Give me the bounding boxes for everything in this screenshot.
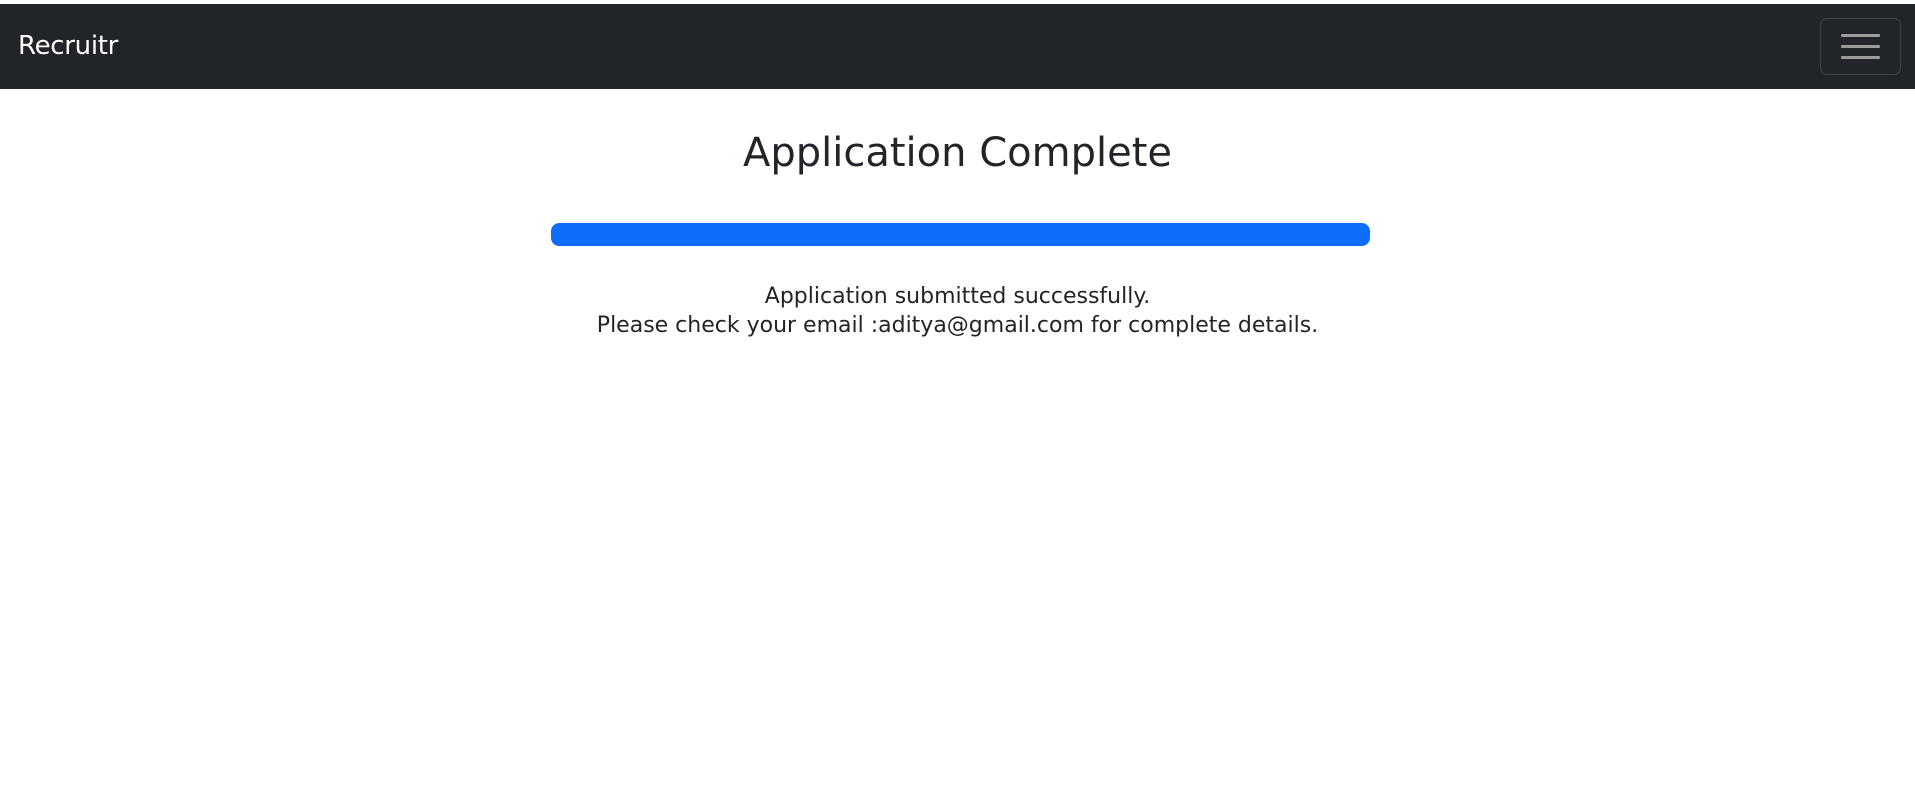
application-progress	[551, 223, 1370, 246]
email-instructions-prefix: Please check your email :	[596, 313, 879, 338]
navbar-toggler-button[interactable]	[1820, 18, 1901, 75]
page-title: Application Complete	[743, 130, 1172, 176]
applicant-email: aditya@gmail.com	[878, 313, 1084, 338]
brand-link[interactable]: Recruitr	[18, 30, 118, 62]
email-instructions-line: Please check your email :aditya@gmail.co…	[0, 311, 1915, 340]
progress-bar-fill	[551, 223, 1370, 246]
hamburger-menu-icon	[1841, 34, 1880, 59]
success-message-line: Application submitted successfully.	[764, 284, 1151, 309]
email-instructions-suffix: for complete details.	[1083, 313, 1319, 338]
success-message: Application submitted successfully. Plea…	[0, 282, 1915, 340]
navbar: Recruitr	[0, 4, 1915, 89]
